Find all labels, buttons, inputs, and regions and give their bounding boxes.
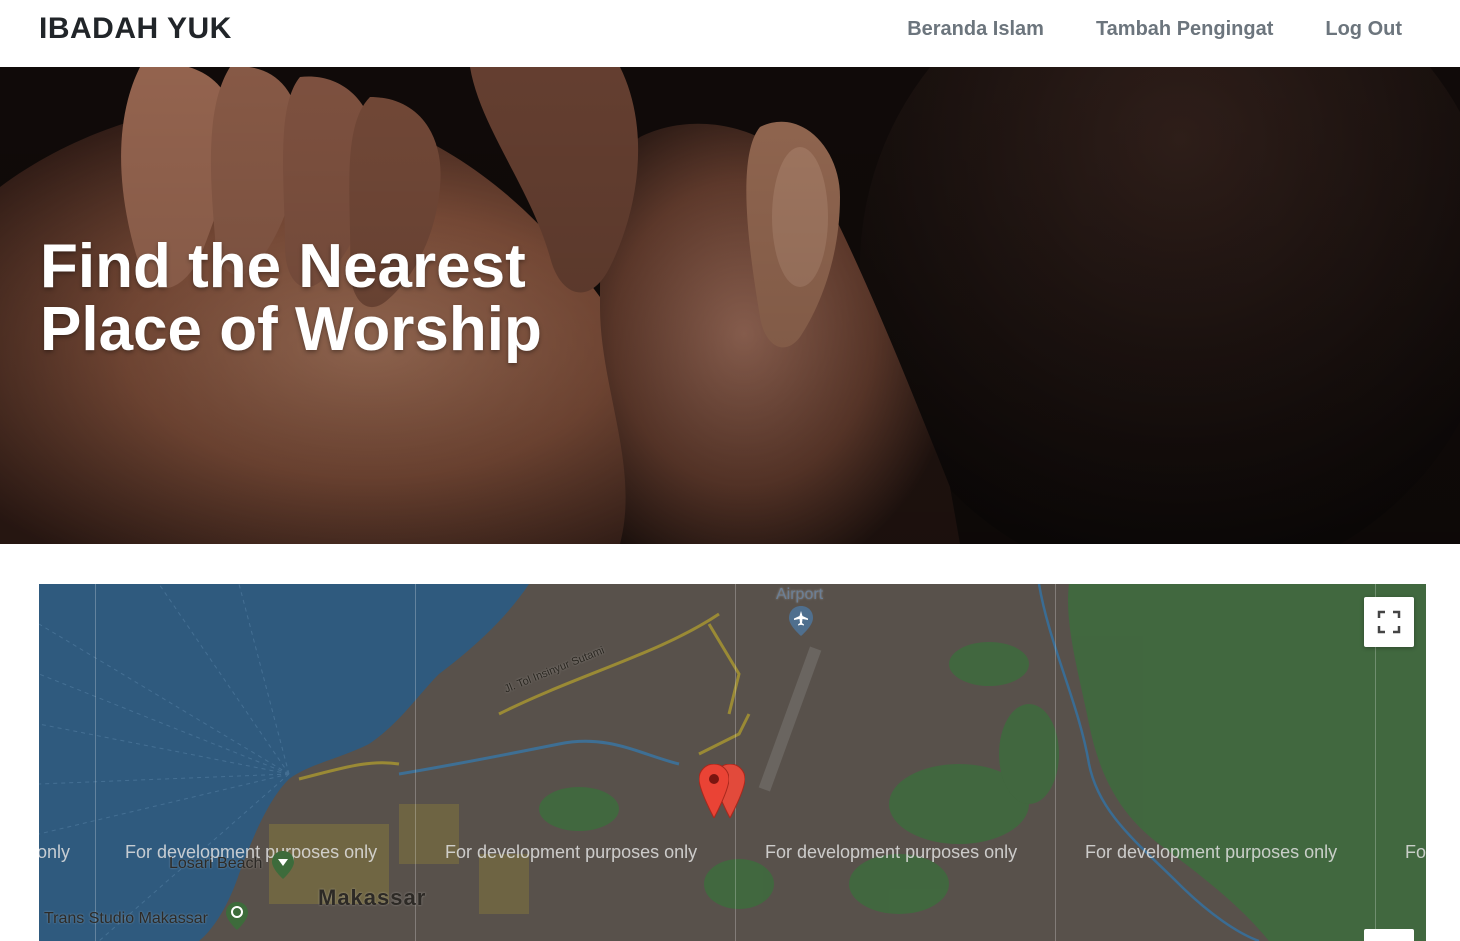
dev-tile-divider <box>1055 584 1056 941</box>
hero-banner: Find the Nearest Place of Worship <box>0 67 1460 544</box>
hero-title-line-2: Place of Worship <box>40 295 542 364</box>
beach-pin-icon[interactable] <box>272 851 294 879</box>
map-label-airport: Airport <box>776 586 824 603</box>
fullscreen-icon <box>1377 610 1401 634</box>
map-marker-icon[interactable] <box>699 764 729 818</box>
dev-tile-divider <box>735 584 736 941</box>
nav-link-beranda-islam[interactable]: Beranda Islam <box>907 18 1044 41</box>
hero-title: Find the Nearest Place of Worship <box>40 235 680 361</box>
map-label-theme-park: Trans Studio Makassar <box>44 910 208 927</box>
nav-link-tambah-pengingat[interactable]: Tambah Pengingat <box>1096 18 1273 41</box>
dev-watermark: only <box>39 842 71 862</box>
map-zoom-control[interactable] <box>1364 929 1414 941</box>
map-label-city: Makassar <box>318 885 427 910</box>
airport-icon[interactable] <box>789 606 813 636</box>
dev-watermark: For development purposes only <box>445 842 698 862</box>
nearby-worship-map[interactable]: only For development purposes only For d… <box>39 584 1426 941</box>
dev-watermark: For development purposes only <box>1085 842 1338 862</box>
dev-watermark: Fo <box>1405 842 1426 862</box>
map-label-beach: Losari Beach <box>169 855 263 872</box>
dev-watermark: For development purposes only <box>765 842 1018 862</box>
nav-links: Beranda Islam Tambah Pengingat Log Out <box>907 18 1402 41</box>
hero-title-line-1: Find the Nearest <box>40 232 526 301</box>
nav-link-log-out[interactable]: Log Out <box>1325 18 1402 41</box>
map-fullscreen-button[interactable] <box>1364 597 1414 647</box>
brand-logo[interactable]: IBADAH YUK <box>39 12 232 46</box>
theme-park-icon[interactable] <box>226 902 248 930</box>
dev-tile-divider <box>95 584 96 941</box>
map-tiles[interactable] <box>39 584 1426 941</box>
navbar: IBADAH YUK Beranda Islam Tambah Penginga… <box>0 0 1460 67</box>
